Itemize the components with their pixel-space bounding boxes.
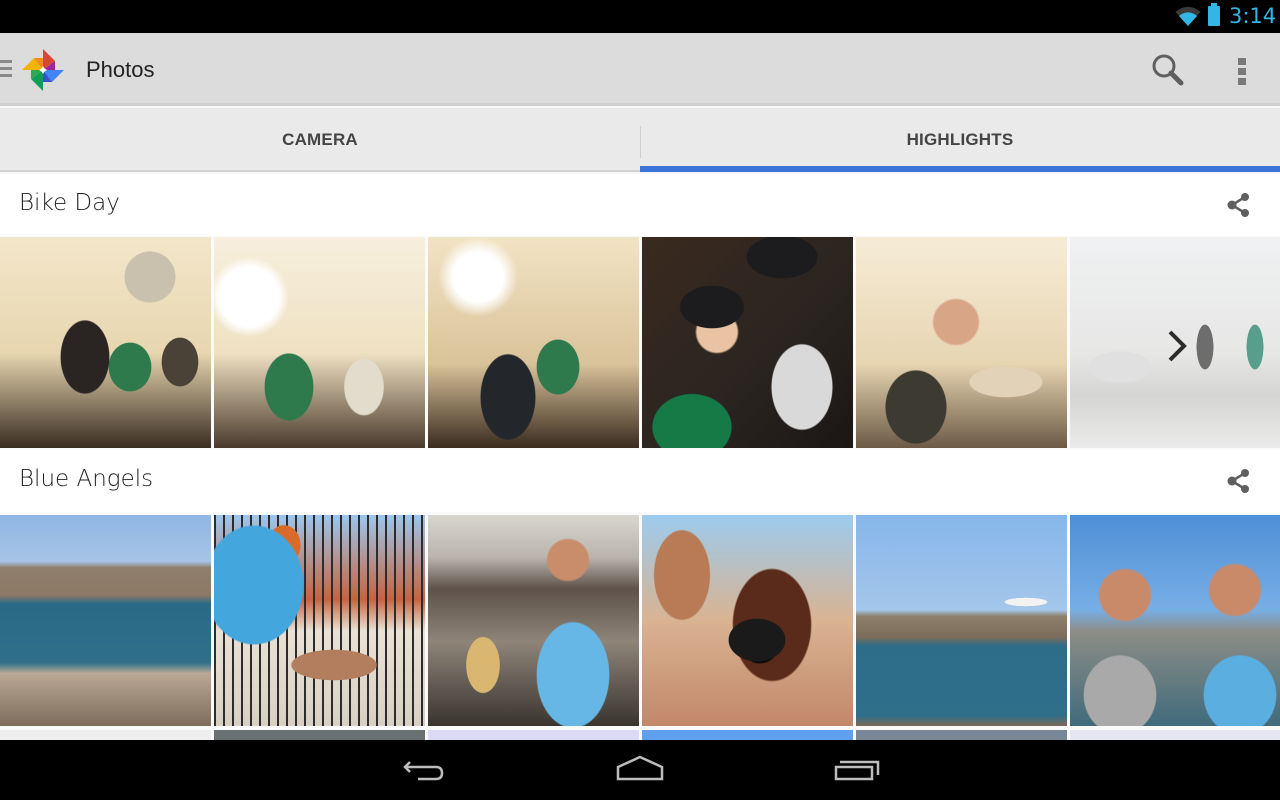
back-button[interactable]	[396, 748, 456, 792]
photo-thumbnail[interactable]	[214, 515, 425, 726]
tab-selected-indicator	[640, 166, 1280, 172]
section-title: Bike Day	[19, 190, 120, 216]
app-title: Photos	[86, 57, 155, 82]
home-button[interactable]	[610, 748, 670, 792]
action-bar: Photos	[0, 33, 1280, 106]
photo-thumbnail[interactable]	[642, 730, 853, 740]
hamburger-icon[interactable]	[0, 60, 12, 78]
photo-thumbnail[interactable]	[856, 237, 1067, 448]
tab-bar: CAMERA HIGHLIGHTS	[0, 108, 1280, 172]
photo-thumbnail[interactable]	[214, 237, 425, 448]
photo-thumbnail[interactable]	[0, 730, 211, 740]
search-button[interactable]	[1148, 51, 1188, 89]
tab-highlights[interactable]: HIGHLIGHTS	[640, 108, 1280, 172]
photo-thumbnail[interactable]	[1070, 730, 1280, 740]
tab-camera[interactable]: CAMERA	[0, 108, 640, 172]
search-icon	[1152, 54, 1184, 86]
share-button[interactable]	[1222, 464, 1256, 498]
photo-thumbnail[interactable]	[428, 515, 639, 726]
chevron-right-icon[interactable]	[1166, 329, 1188, 363]
photo-thumbnail[interactable]	[856, 515, 1067, 726]
home-icon	[616, 755, 664, 781]
photo-row-next	[0, 730, 1280, 740]
recents-button[interactable]	[826, 748, 886, 792]
wifi-icon	[1175, 7, 1201, 26]
share-icon	[1227, 469, 1249, 493]
clock: 3:14	[1229, 4, 1277, 28]
share-button[interactable]	[1222, 188, 1256, 222]
photo-thumbnail[interactable]	[1070, 237, 1280, 448]
photo-row-bike-day	[0, 237, 1280, 449]
photo-thumbnail[interactable]	[1070, 515, 1280, 726]
photo-thumbnail[interactable]	[0, 515, 211, 726]
android-screen: 3:14 Photos CAMERA HIGHLIGHTS Bike Day B…	[0, 0, 1280, 800]
photo-thumbnail[interactable]	[214, 730, 425, 740]
photos-pinwheel-icon[interactable]	[20, 47, 66, 93]
photo-thumbnail[interactable]	[642, 515, 853, 726]
photo-row-blue-angels	[0, 515, 1280, 727]
back-icon	[403, 761, 444, 781]
section-title: Blue Angels	[19, 466, 154, 492]
overflow-menu-button[interactable]	[1230, 51, 1256, 91]
photo-thumbnail[interactable]	[428, 237, 639, 448]
section-header-bike-day: Bike Day	[0, 174, 1280, 236]
photo-thumbnail[interactable]	[428, 730, 639, 740]
battery-icon	[1208, 3, 1220, 26]
highlights-content[interactable]: Bike Day Blue Angels	[0, 174, 1280, 740]
share-icon	[1227, 193, 1249, 217]
navigation-bar	[0, 740, 1280, 800]
photo-thumbnail[interactable]	[642, 237, 853, 448]
photo-thumbnail[interactable]	[856, 730, 1067, 740]
status-bar: 3:14	[0, 0, 1280, 33]
recents-icon	[834, 760, 880, 781]
photo-thumbnail[interactable]	[0, 237, 211, 448]
section-header-blue-angels: Blue Angels	[0, 450, 1280, 512]
